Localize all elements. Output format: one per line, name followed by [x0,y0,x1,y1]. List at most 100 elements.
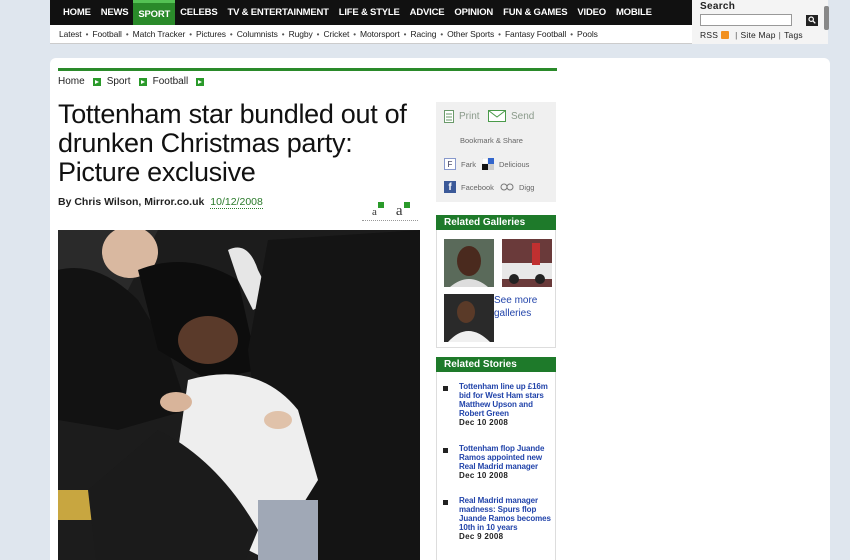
delicious-link[interactable]: Delicious [482,158,529,170]
text-small-glyph: a [372,206,377,218]
related-galleries-header: Related Galleries [436,215,556,230]
sub-nav: Latest • Football • Match Tracker • Picture… [50,25,692,44]
scrollbar-handle[interactable] [824,6,829,30]
arrow-right-icon [138,77,147,86]
plus-icon [377,202,384,208]
fark-link[interactable]: F Fark [444,158,476,170]
rss-link[interactable]: RSS [700,30,718,40]
nav-advice[interactable]: ADVICE [405,0,450,25]
facebook-link[interactable]: f Facebook [444,181,494,193]
rss-icon [721,31,730,39]
article-headline: Tottenham star bundled out of drunken Ch… [58,99,407,187]
subnav-fantasy-football[interactable]: Fantasy Football [502,29,569,39]
story-link[interactable]: Tottenham flop Juande Ramos appointed ne… [459,444,553,471]
digg-icon [500,183,514,191]
nav-life-style[interactable]: LIFE & STYLE [334,0,405,25]
facebook-icon: f [444,181,456,193]
article-tools: Print Send Bookmark & Share F Fark Delic… [436,102,556,202]
link-separator: | [735,30,738,40]
subnav-motorsport[interactable]: Motorsport [357,29,403,39]
list-item: Real Madrid manager madness: Spurs flop … [443,496,553,542]
top-navigation: HOME NEWS SPORT CELEBS TV & ENTERTAINMEN… [50,0,692,44]
story-date: Dec 10 2008 [459,418,509,427]
gallery-thumbnail[interactable] [444,239,494,287]
nav-sport[interactable]: SPORT [133,0,176,25]
digg-label: Digg [519,182,535,192]
subnav-cricket[interactable]: Cricket [320,29,352,39]
article-date[interactable]: 10/12/2008 [210,196,263,209]
subnav-football[interactable]: Football [89,29,124,39]
photo-illustration [58,230,420,560]
breadcrumb-football[interactable]: Football [153,76,189,87]
digg-link[interactable]: Digg [500,181,534,193]
header-rule [58,68,557,71]
breadcrumb-home[interactable]: Home [58,76,85,87]
subnav-racing[interactable]: Racing [407,29,439,39]
subnav-other-sports[interactable]: Other Sports [444,29,497,39]
delicious-label: Delicious [499,159,530,169]
bullet-icon [443,448,448,453]
search-input[interactable] [700,14,792,26]
sitemap-link[interactable]: Site Map [741,30,776,40]
nav-celebs[interactable]: CELEBS [175,0,222,25]
bookmark-share-link[interactable]: Bookmark & Share [460,136,523,145]
nav-news[interactable]: NEWS [96,0,134,25]
subnav-columnists[interactable]: Columnists [234,29,281,39]
search-button[interactable] [806,14,818,26]
main-nav: HOME NEWS SPORT CELEBS TV & ENTERTAINMEN… [50,0,692,25]
divider [362,220,418,221]
nav-home[interactable]: HOME [58,0,96,25]
search-title: Search [700,1,736,12]
send-button[interactable]: Send [488,110,534,122]
subnav-latest[interactable]: Latest [56,29,85,39]
list-item: Tottenham line up £16m bid for West Ham … [443,382,553,428]
related-stories-header: Related Stories [436,357,556,372]
story-link[interactable]: Tottenham line up £16m bid for West Ham … [459,382,553,418]
see-more-galleries-link[interactable]: See more galleries [494,294,550,320]
gallery-image [502,239,552,287]
gallery-image [444,294,494,342]
fark-icon: F [444,158,456,170]
print-button[interactable]: Print [444,110,480,123]
content-panel: Home Sport Football Tottenham star bundl… [50,58,830,560]
story-date: Dec 9 2008 [459,532,504,541]
tags-link[interactable]: Tags [784,30,803,40]
text-larger-button[interactable]: a [396,202,410,220]
magnifier-icon [808,16,816,24]
breadcrumb: Home Sport Football [58,76,210,87]
print-icon [444,110,454,123]
nav-mobile[interactable]: MOBILE [611,0,657,25]
print-label: Print [459,111,480,122]
gallery-thumbnail[interactable] [444,294,494,342]
article-byline: By Chris Wilson, Mirror.co.uk 10/12/2008 [58,196,263,209]
nav-video[interactable]: VIDEO [572,0,611,25]
list-item: Tottenham flop Juande Ramos appointed ne… [443,444,553,481]
nav-opinion[interactable]: OPINION [449,0,498,25]
arrow-right-icon [92,77,101,86]
story-link[interactable]: Real Madrid manager madness: Spurs flop … [459,496,553,532]
subnav-match-tracker[interactable]: Match Tracker [130,29,189,39]
gallery-thumbnail[interactable] [502,239,552,287]
nav-tv-entertainment[interactable]: TV & ENTERTAINMENT [222,0,333,25]
author: By Chris Wilson, Mirror.co.uk [58,196,205,208]
story-date: Dec 10 2008 [459,471,509,480]
subnav-rugby[interactable]: Rugby [286,29,316,39]
article-photo [58,230,420,560]
facebook-label: Facebook [461,182,494,192]
delicious-icon [482,158,494,170]
bullet-icon [443,386,448,391]
send-label: Send [511,110,535,122]
bullet-icon [443,500,448,505]
subnav-pictures[interactable]: Pictures [193,29,229,39]
text-smaller-button[interactable]: a [372,202,384,220]
text-size-controls: a a [372,202,410,220]
nav-fun-games[interactable]: FUN & GAMES [498,0,572,25]
search-panel: Search RSS | Site Map | Tags [692,0,828,44]
arrow-right-icon [196,77,205,86]
envelope-icon [488,110,506,122]
link-separator: | [778,30,782,40]
breadcrumb-sport[interactable]: Sport [107,76,131,87]
subnav-pools[interactable]: Pools [574,29,601,39]
fark-label: Fark [461,159,476,169]
text-large-glyph: a [395,203,403,219]
